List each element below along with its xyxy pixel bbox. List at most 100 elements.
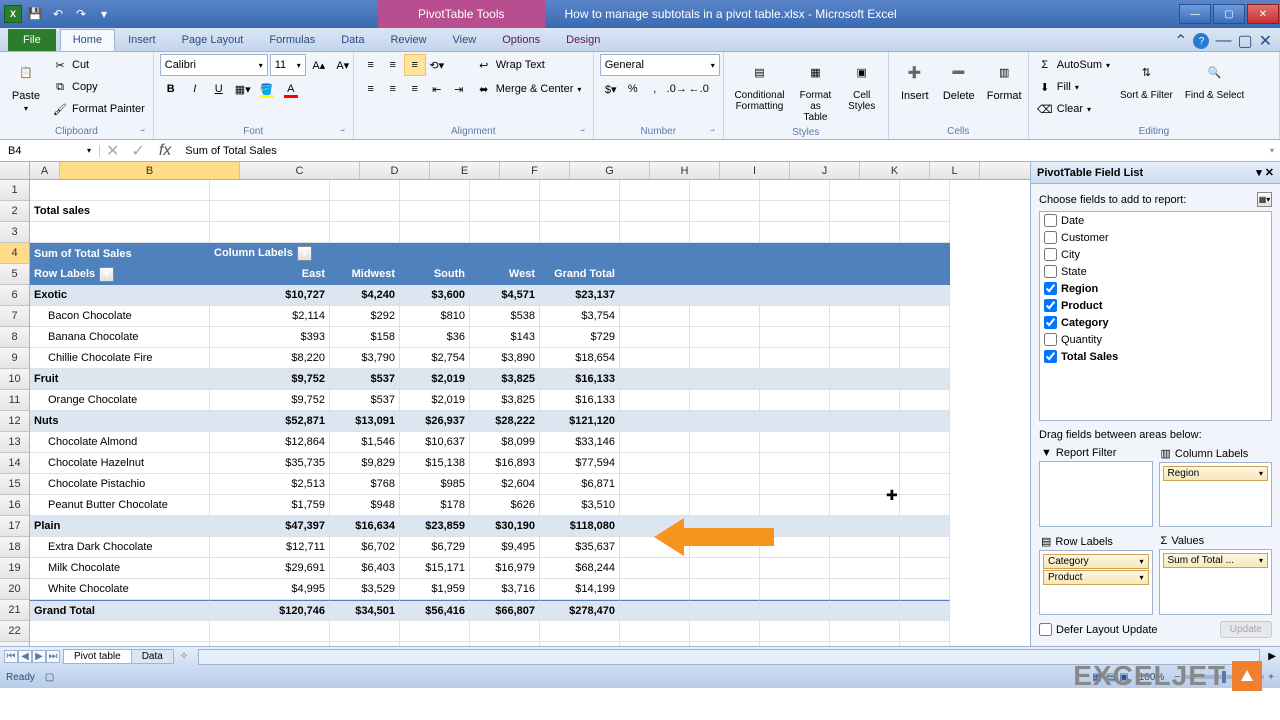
- cell[interactable]: $3,510: [540, 495, 620, 516]
- cell[interactable]: $33,146: [540, 432, 620, 453]
- row-header[interactable]: 12: [0, 411, 30, 432]
- cell[interactable]: $2,754: [400, 348, 470, 369]
- cell[interactable]: [830, 264, 900, 285]
- cell[interactable]: [620, 642, 690, 646]
- cell[interactable]: [830, 222, 900, 243]
- cell[interactable]: [760, 474, 830, 495]
- cell[interactable]: [760, 558, 830, 579]
- cell[interactable]: $948: [330, 495, 400, 516]
- cell[interactable]: [690, 600, 760, 621]
- cell[interactable]: $35,637: [540, 537, 620, 558]
- cell[interactable]: $768: [330, 474, 400, 495]
- fill-button[interactable]: ⬇Fill▾: [1035, 76, 1112, 98]
- cell[interactable]: $1,959: [400, 579, 470, 600]
- cell[interactable]: [620, 348, 690, 369]
- area-pill[interactable]: Category▾: [1043, 554, 1149, 569]
- formula-input[interactable]: Sum of Total Sales: [179, 145, 1264, 157]
- cell[interactable]: $3,890: [470, 348, 540, 369]
- cell[interactable]: $2,604: [470, 474, 540, 495]
- cell[interactable]: $4,240: [330, 285, 400, 306]
- cell[interactable]: Peanut Butter Chocolate: [30, 495, 210, 516]
- cell[interactable]: [830, 621, 900, 642]
- field-customer[interactable]: Customer: [1040, 229, 1271, 246]
- cell[interactable]: Column Labels▾: [210, 243, 330, 264]
- cell[interactable]: [690, 558, 760, 579]
- cell[interactable]: Grand Total: [540, 264, 620, 285]
- copy-button[interactable]: ⧉Copy: [50, 76, 147, 98]
- number-format-combo[interactable]: General▾: [600, 54, 720, 76]
- cell[interactable]: [400, 621, 470, 642]
- field-checkbox[interactable]: [1044, 299, 1057, 312]
- row-header[interactable]: 8: [0, 327, 30, 348]
- cell[interactable]: [620, 453, 690, 474]
- cell[interactable]: [760, 327, 830, 348]
- cell[interactable]: White Chocolate: [30, 579, 210, 600]
- cell[interactable]: $29,691: [210, 558, 330, 579]
- field-date[interactable]: Date: [1040, 212, 1271, 229]
- decrease-indent-icon[interactable]: ⇤: [426, 78, 448, 100]
- column-header[interactable]: K: [860, 162, 930, 179]
- align-top-icon[interactable]: ≡: [360, 54, 382, 76]
- cell[interactable]: [760, 348, 830, 369]
- cell[interactable]: $2,513: [210, 474, 330, 495]
- cell[interactable]: Exotic: [30, 285, 210, 306]
- next-sheet-icon[interactable]: ▶: [32, 650, 46, 663]
- merge-center-button[interactable]: ⬌Merge & Center▾: [474, 78, 584, 100]
- cell[interactable]: [400, 642, 470, 646]
- font-size-combo[interactable]: 11▾: [270, 54, 306, 76]
- cell[interactable]: [900, 474, 950, 495]
- font-color-button[interactable]: A: [280, 78, 302, 100]
- align-right-icon[interactable]: ≡: [404, 78, 426, 100]
- cell[interactable]: $3,825: [470, 390, 540, 411]
- cell[interactable]: [760, 495, 830, 516]
- cell[interactable]: [900, 264, 950, 285]
- cell[interactable]: $143: [470, 327, 540, 348]
- area-values[interactable]: ΣValues Sum of Total ...▾: [1159, 533, 1273, 615]
- cell[interactable]: [620, 390, 690, 411]
- field-checkbox[interactable]: [1044, 333, 1057, 346]
- cell[interactable]: $3,529: [330, 579, 400, 600]
- cell[interactable]: [760, 222, 830, 243]
- cell[interactable]: $118,080: [540, 516, 620, 537]
- cell[interactable]: $810: [400, 306, 470, 327]
- cell[interactable]: $3,825: [470, 369, 540, 390]
- cell[interactable]: [690, 201, 760, 222]
- row-header[interactable]: 13: [0, 432, 30, 453]
- cell[interactable]: [620, 201, 690, 222]
- cell[interactable]: $77,594: [540, 453, 620, 474]
- column-header[interactable]: I: [720, 162, 790, 179]
- cell[interactable]: [830, 285, 900, 306]
- cell[interactable]: [400, 180, 470, 201]
- save-icon[interactable]: 💾: [25, 4, 45, 24]
- cell[interactable]: Chillie Chocolate Fire: [30, 348, 210, 369]
- cell[interactable]: [760, 516, 830, 537]
- row-header[interactable]: 2: [0, 201, 30, 222]
- cell[interactable]: [620, 558, 690, 579]
- cell[interactable]: [690, 537, 760, 558]
- bold-button[interactable]: B: [160, 78, 182, 100]
- row-header[interactable]: 4: [0, 243, 30, 264]
- cell[interactable]: $34,501: [330, 600, 400, 621]
- cell[interactable]: Fruit: [30, 369, 210, 390]
- row-header[interactable]: 21: [0, 600, 30, 621]
- cell[interactable]: [690, 579, 760, 600]
- field-city[interactable]: City: [1040, 246, 1271, 263]
- cell[interactable]: [690, 327, 760, 348]
- row-header[interactable]: 17: [0, 516, 30, 537]
- cell[interactable]: [900, 327, 950, 348]
- cell[interactable]: [900, 243, 950, 264]
- cell[interactable]: [30, 642, 210, 646]
- align-middle-icon[interactable]: ≡: [382, 54, 404, 76]
- find-select-button[interactable]: 🔍Find & Select: [1181, 54, 1248, 103]
- align-center-icon[interactable]: ≡: [382, 78, 404, 100]
- maximize-button[interactable]: ▢: [1213, 4, 1245, 24]
- underline-button[interactable]: U: [208, 78, 230, 100]
- enter-formula-icon[interactable]: ✓: [125, 141, 150, 161]
- cell[interactable]: [620, 180, 690, 201]
- cell[interactable]: [760, 579, 830, 600]
- tab-view[interactable]: View: [440, 29, 490, 51]
- cell[interactable]: $9,752: [210, 390, 330, 411]
- cell[interactable]: [900, 516, 950, 537]
- cell[interactable]: [540, 243, 620, 264]
- cell[interactable]: [830, 411, 900, 432]
